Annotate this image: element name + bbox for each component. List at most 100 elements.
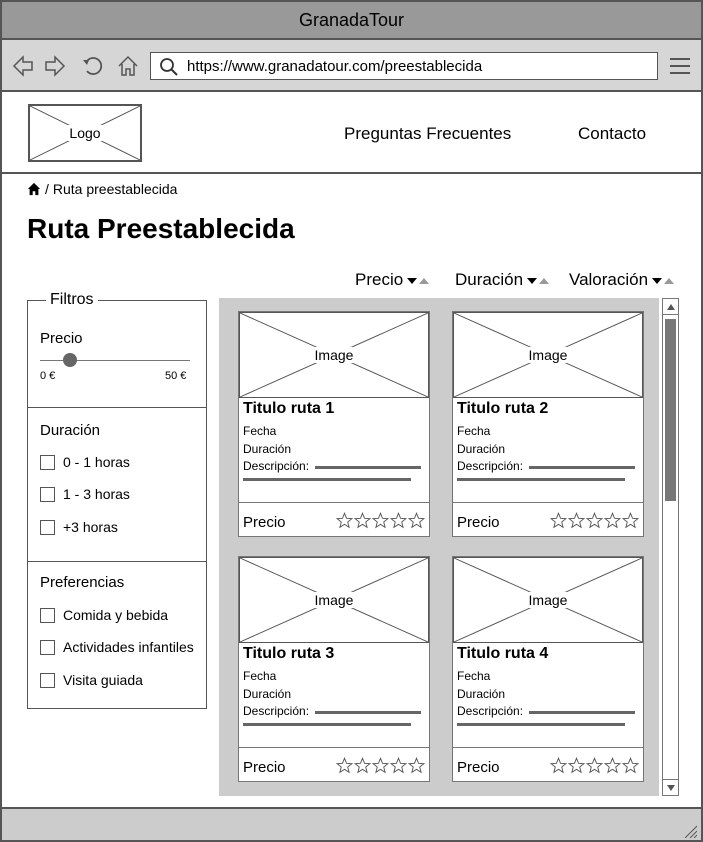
nav-link-faq[interactable]: Preguntas Frecuentes bbox=[344, 124, 511, 144]
url-input[interactable]: https://www.granadatour.com/preestableci… bbox=[150, 52, 658, 80]
star-icon[interactable] bbox=[335, 757, 354, 779]
preference-option-label: Actividades infantiles bbox=[63, 639, 194, 655]
duration-option-3-plus[interactable]: +3 horas bbox=[40, 519, 118, 535]
route-image: Image bbox=[453, 557, 643, 643]
rating-stars[interactable] bbox=[335, 512, 426, 534]
site-header: Logo Preguntas Frecuentes Contacto bbox=[2, 92, 701, 174]
star-icon[interactable] bbox=[621, 757, 640, 779]
star-icon[interactable] bbox=[603, 757, 622, 779]
sort-toggle-icon bbox=[652, 278, 675, 284]
scroll-down-icon[interactable] bbox=[663, 779, 678, 795]
checkbox[interactable] bbox=[40, 639, 55, 655]
results-scrollbar[interactable] bbox=[662, 298, 679, 796]
route-title[interactable]: Titulo ruta 3 bbox=[243, 645, 334, 663]
breadcrumb-current: Ruta preestablecida bbox=[52, 181, 178, 197]
star-icon[interactable] bbox=[335, 512, 354, 534]
scroll-thumb[interactable] bbox=[665, 319, 676, 501]
route-image-label: Image bbox=[312, 592, 356, 608]
hamburger-menu-icon[interactable] bbox=[670, 58, 690, 74]
description-placeholder-line bbox=[315, 466, 421, 469]
card-divider bbox=[453, 502, 643, 503]
price-min-label: 0 € bbox=[40, 370, 56, 382]
star-icon[interactable] bbox=[567, 512, 586, 534]
browser-window: GranadaTour https://www.granadatour.com/… bbox=[0, 0, 703, 842]
route-card[interactable]: Image Titulo ruta 1 Fecha Duración Descripci… bbox=[238, 311, 430, 537]
star-icon[interactable] bbox=[567, 757, 586, 779]
window-title: GranadaTour bbox=[298, 9, 405, 30]
duration-option-0-1[interactable]: 0 - 1 horas bbox=[40, 454, 130, 470]
route-description-label: Descripción: bbox=[243, 459, 310, 473]
route-card[interactable]: Image Titulo ruta 4 Fecha Duración Descripci… bbox=[452, 556, 644, 782]
rating-stars[interactable] bbox=[549, 512, 640, 534]
route-card[interactable]: Image Titulo ruta 3 Fecha Duración Descripci… bbox=[238, 556, 430, 782]
route-card[interactable]: Image Titulo ruta 2 Fecha Duración Descripci… bbox=[452, 311, 644, 537]
results-grid: Image Titulo ruta 1 Fecha Duración Descripci… bbox=[219, 298, 659, 796]
route-duration: Duración bbox=[457, 442, 506, 456]
star-icon[interactable] bbox=[353, 512, 372, 534]
forward-icon[interactable] bbox=[43, 54, 67, 78]
route-title[interactable]: Titulo ruta 4 bbox=[457, 645, 548, 663]
rating-stars[interactable] bbox=[335, 757, 426, 779]
star-icon[interactable] bbox=[371, 757, 390, 779]
route-description-label: Descripción: bbox=[457, 704, 524, 718]
checkbox[interactable] bbox=[40, 454, 55, 470]
duration-option-1-3[interactable]: 1 - 3 horas bbox=[40, 486, 130, 502]
checkbox[interactable] bbox=[40, 519, 55, 535]
description-placeholder-line bbox=[529, 466, 635, 469]
star-icon[interactable] bbox=[389, 757, 408, 779]
card-divider bbox=[453, 747, 643, 748]
breadcrumb-separator: / bbox=[45, 181, 49, 197]
star-icon[interactable] bbox=[549, 757, 568, 779]
preference-option-guided[interactable]: Visita guiada bbox=[40, 672, 143, 688]
star-icon[interactable] bbox=[549, 512, 568, 534]
window-titlebar: GranadaTour bbox=[2, 2, 701, 40]
rating-stars[interactable] bbox=[549, 757, 640, 779]
route-duration: Duración bbox=[243, 687, 292, 701]
search-icon bbox=[160, 58, 178, 76]
checkbox[interactable] bbox=[40, 672, 55, 688]
route-duration: Duración bbox=[243, 442, 292, 456]
route-description-label: Descripción: bbox=[243, 704, 310, 718]
route-price: Precio bbox=[243, 759, 286, 776]
page-title: Ruta Preestablecida bbox=[27, 213, 295, 244]
checkbox[interactable] bbox=[40, 486, 55, 502]
resize-grip-icon[interactable] bbox=[683, 824, 697, 838]
route-date: Fecha bbox=[457, 424, 491, 438]
star-icon[interactable] bbox=[407, 757, 426, 779]
route-description-label: Descripción: bbox=[457, 459, 524, 473]
checkbox[interactable] bbox=[40, 607, 55, 623]
star-icon[interactable] bbox=[585, 512, 604, 534]
logo[interactable]: Logo bbox=[28, 104, 142, 162]
preference-option-label: Comida y bebida bbox=[63, 607, 169, 623]
sort-by-duration[interactable]: Duración bbox=[455, 270, 550, 290]
star-icon[interactable] bbox=[407, 512, 426, 534]
filters-panel: Filtros Precio 0 € 50 € Duración 0 - 1 h… bbox=[27, 291, 207, 709]
preference-option-kids[interactable]: Actividades infantiles bbox=[40, 639, 194, 655]
nav-link-contact[interactable]: Contacto bbox=[578, 124, 646, 144]
reload-icon[interactable] bbox=[81, 54, 105, 78]
route-image-label: Image bbox=[526, 592, 570, 608]
home-icon[interactable] bbox=[116, 54, 140, 78]
sort-by-rating[interactable]: Valoración bbox=[569, 270, 675, 290]
price-slider-thumb[interactable] bbox=[63, 353, 77, 367]
logo-label: Logo bbox=[67, 125, 103, 141]
star-icon[interactable] bbox=[585, 757, 604, 779]
back-icon[interactable] bbox=[11, 54, 35, 78]
route-title[interactable]: Titulo ruta 1 bbox=[243, 400, 334, 418]
sort-by-price[interactable]: Precio bbox=[355, 270, 430, 290]
preference-option-food[interactable]: Comida y bebida bbox=[40, 607, 168, 623]
sort-label-duration: Duración bbox=[455, 270, 524, 289]
star-icon[interactable] bbox=[353, 757, 372, 779]
sort-toggle-icon bbox=[527, 278, 550, 284]
star-icon[interactable] bbox=[389, 512, 408, 534]
route-title[interactable]: Titulo ruta 2 bbox=[457, 400, 548, 418]
route-price: Precio bbox=[457, 514, 500, 531]
star-icon[interactable] bbox=[621, 512, 640, 534]
description-placeholder-line bbox=[529, 711, 635, 714]
star-icon[interactable] bbox=[603, 512, 622, 534]
scroll-up-icon[interactable] bbox=[663, 299, 678, 315]
price-slider[interactable] bbox=[40, 353, 190, 367]
star-icon[interactable] bbox=[371, 512, 390, 534]
description-placeholder-line bbox=[243, 478, 411, 481]
home-icon[interactable] bbox=[27, 182, 41, 196]
